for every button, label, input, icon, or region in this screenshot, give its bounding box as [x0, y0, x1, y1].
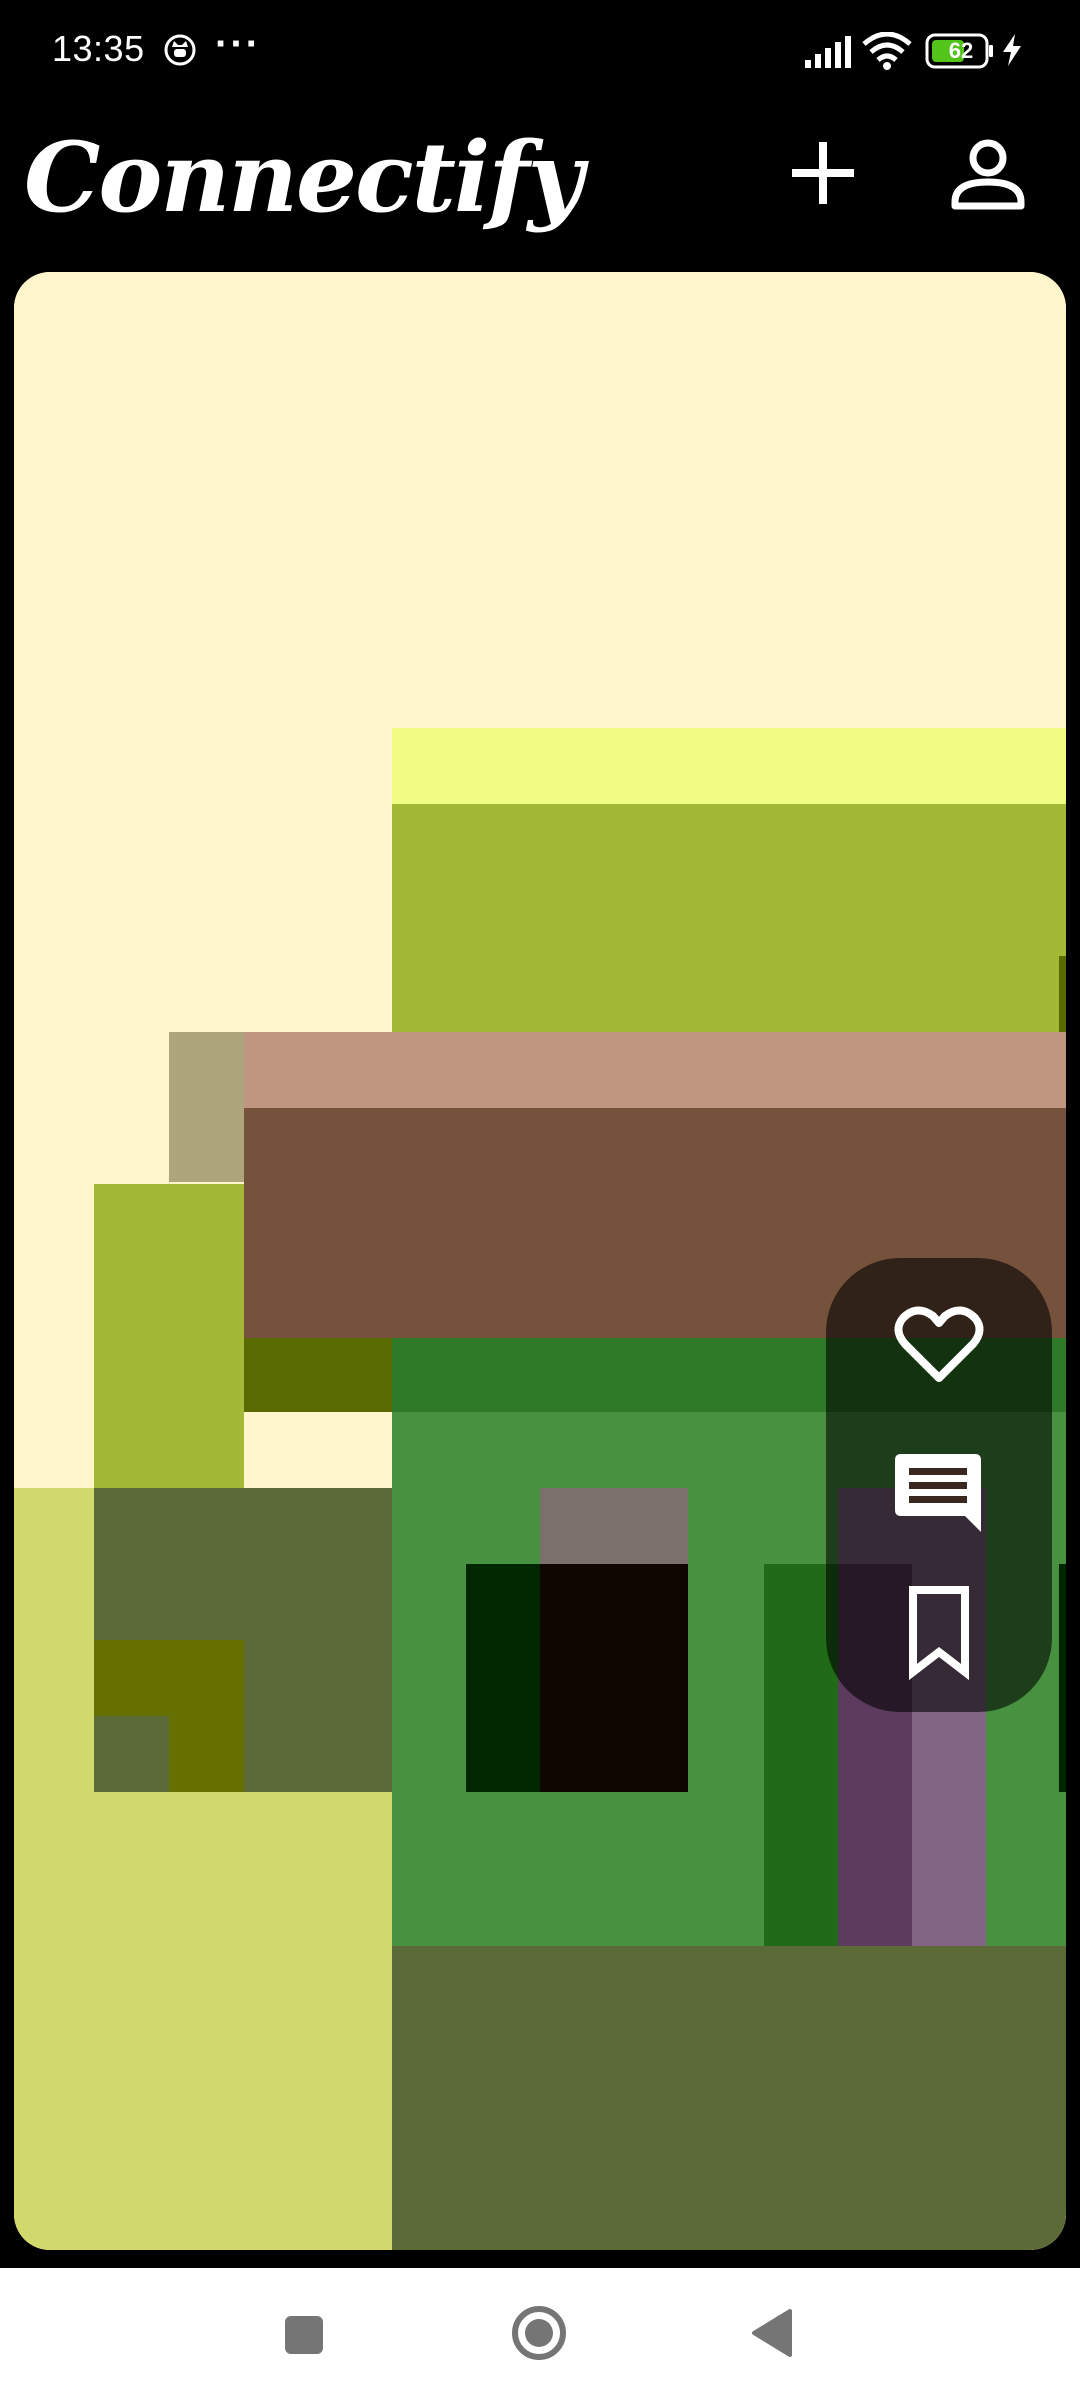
cat-notification-icon: [164, 34, 196, 66]
battery-level: 62: [948, 38, 974, 63]
app-header: Connectify: [0, 100, 1080, 270]
bookmark-button[interactable]: [889, 1582, 989, 1682]
home-icon[interactable]: [510, 2304, 568, 2362]
app-title: Connectify: [24, 121, 583, 234]
post-action-panel: [826, 1258, 1052, 1712]
post-card[interactable]: [14, 272, 1066, 2250]
status-more: ···: [215, 22, 261, 66]
recents-icon[interactable]: [283, 2314, 325, 2356]
add-icon: [792, 142, 854, 204]
profile-button[interactable]: [945, 132, 1031, 218]
profile-icon: [951, 139, 1025, 210]
comment-icon: [895, 1454, 981, 1532]
back-icon[interactable]: [750, 2308, 794, 2358]
charging-icon: [1003, 34, 1021, 66]
like-button[interactable]: [889, 1296, 989, 1396]
comment-button[interactable]: [889, 1440, 989, 1540]
system-nav-bar: [0, 2268, 1080, 2400]
status-bar: 13:35 ··· 62: [0, 0, 1080, 100]
bookmark-icon: [909, 1586, 969, 1681]
wifi-icon: [862, 32, 912, 70]
status-time: 13:35: [52, 28, 145, 69]
add-button[interactable]: [780, 130, 866, 216]
heart-icon: [894, 1306, 984, 1382]
signal-icon: [805, 36, 851, 68]
